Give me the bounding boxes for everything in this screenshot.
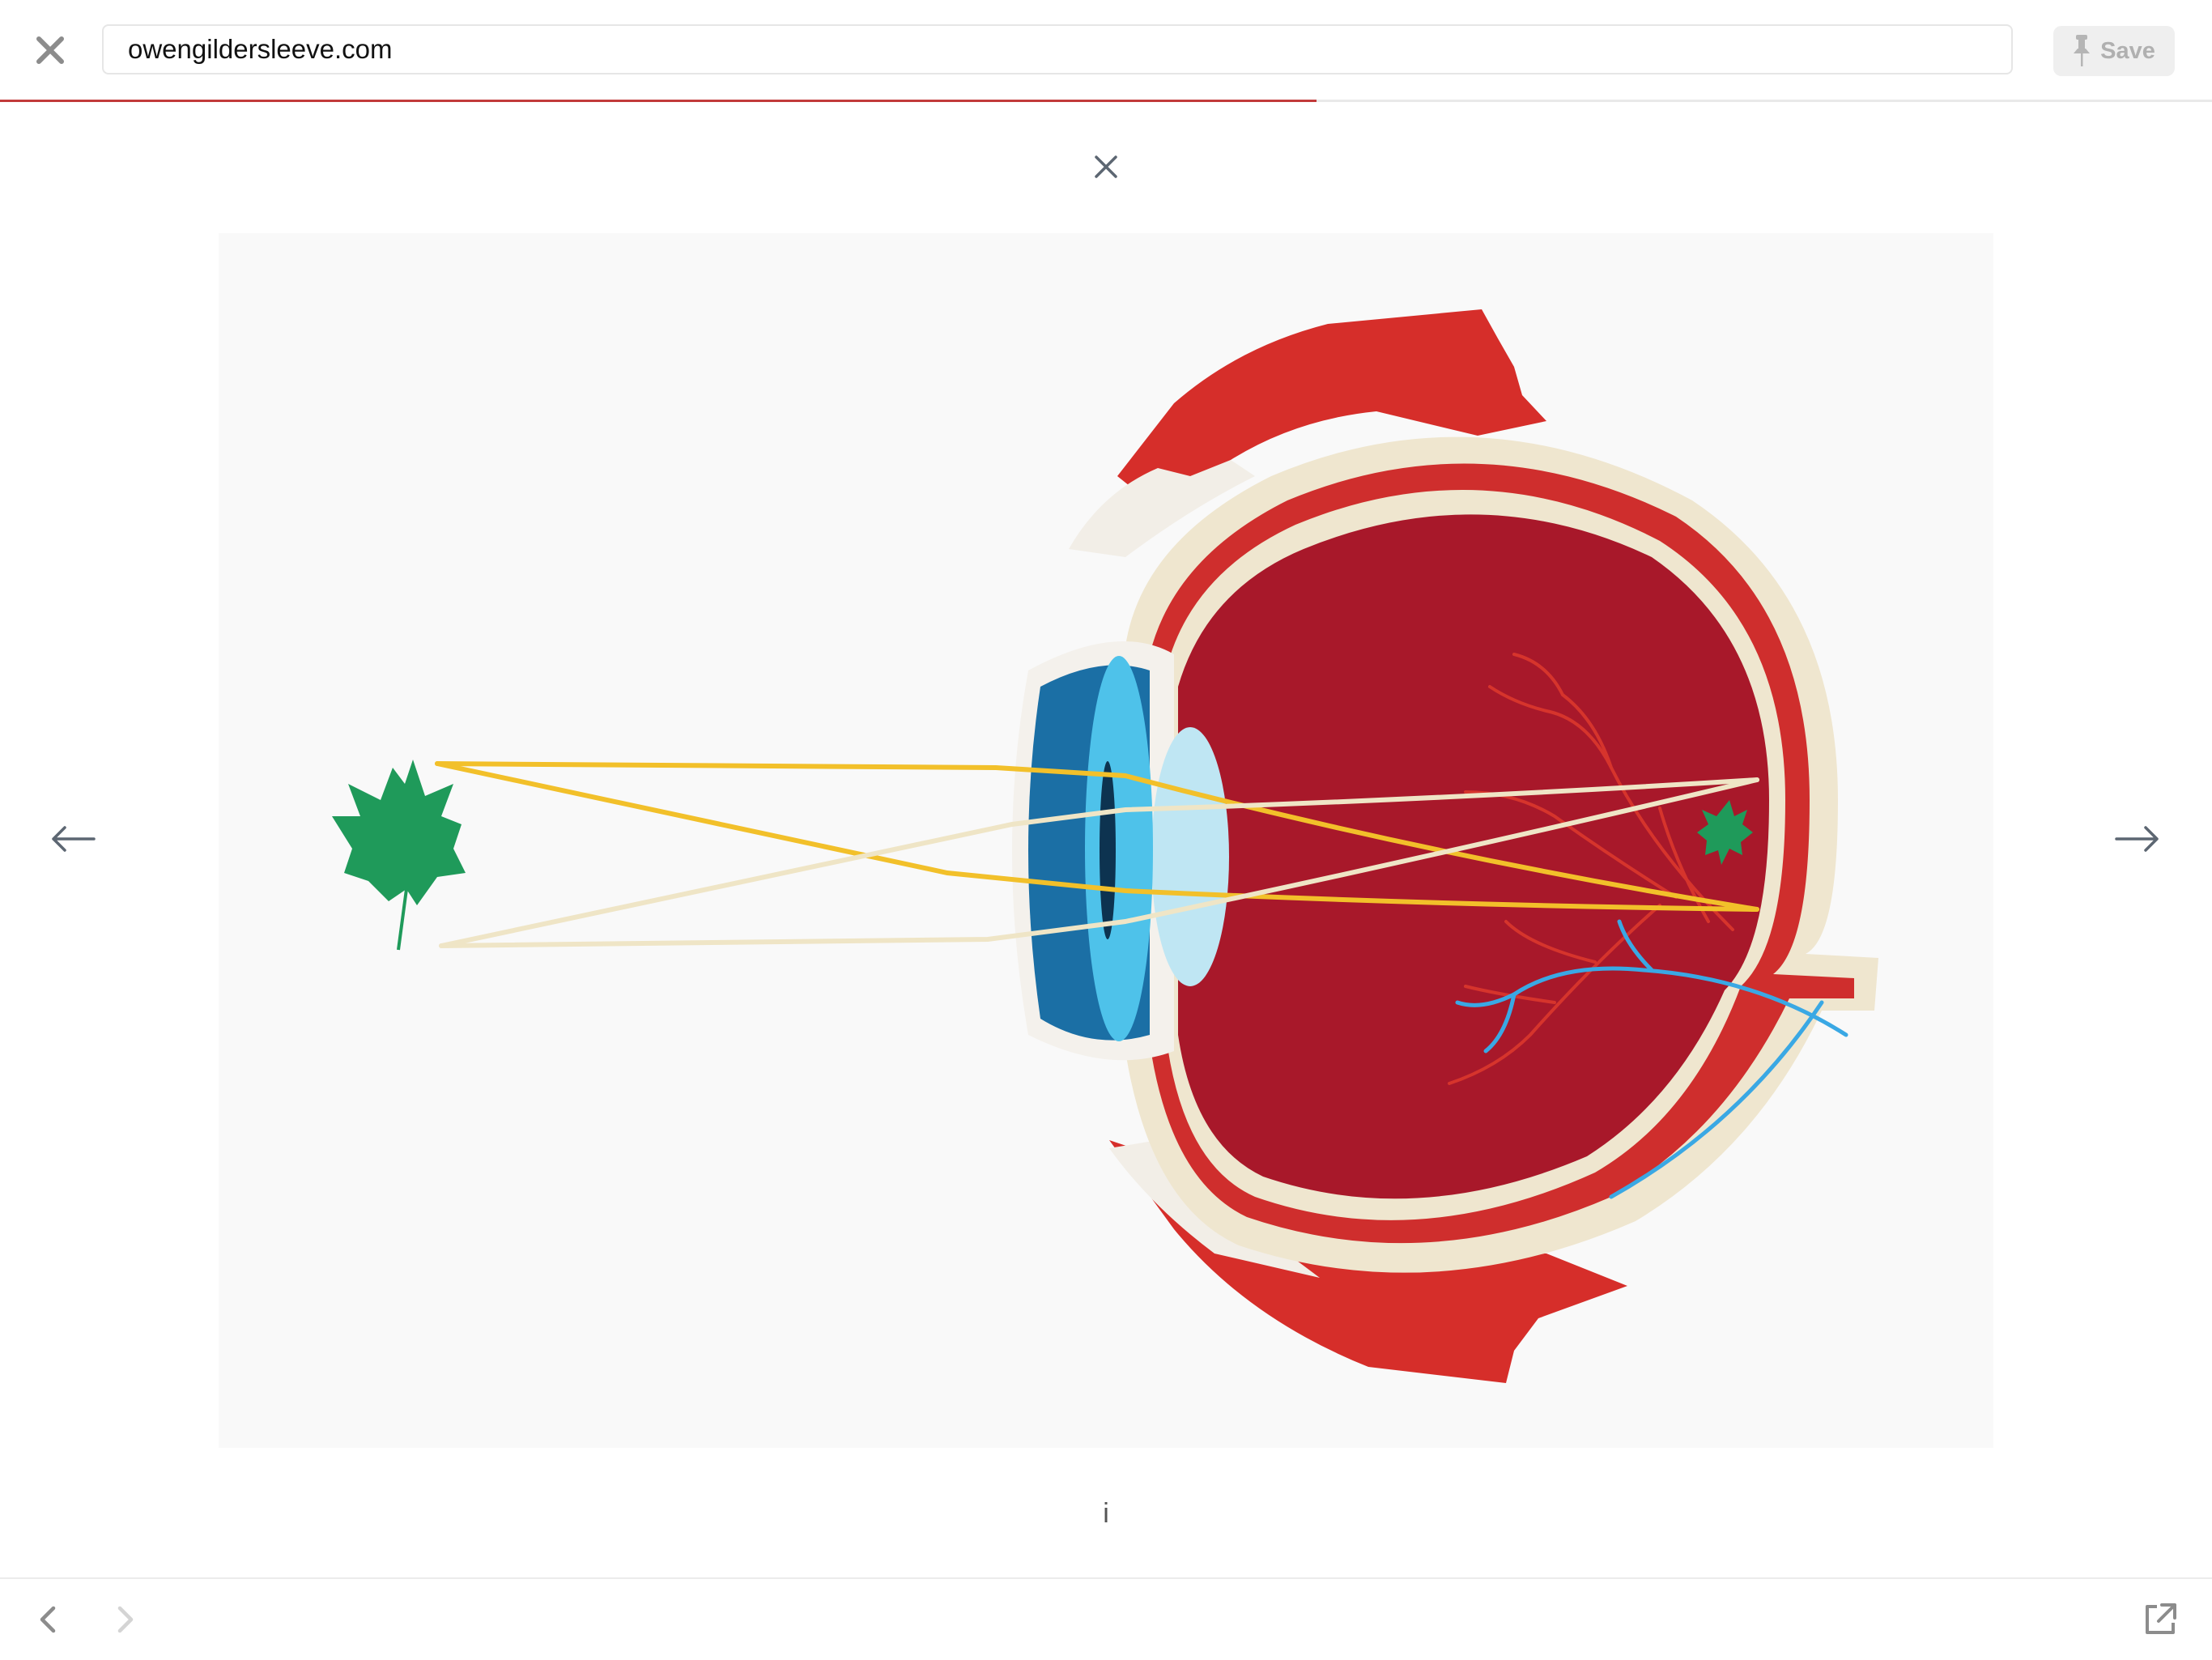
object-leaf bbox=[332, 760, 466, 951]
lens-front bbox=[1085, 656, 1153, 1041]
save-button[interactable]: Save bbox=[2053, 26, 2175, 76]
url-field[interactable]: owengildersleeve.com bbox=[102, 24, 2013, 74]
url-text: owengildersleeve.com bbox=[128, 34, 393, 64]
eye-diagram-image bbox=[332, 309, 1878, 1383]
arrow-left-icon[interactable] bbox=[50, 823, 96, 855]
arrow-right-icon[interactable] bbox=[2115, 823, 2160, 855]
save-label: Save bbox=[2100, 37, 2155, 64]
image-info-button[interactable]: i bbox=[1098, 1498, 1114, 1530]
pin-icon bbox=[2074, 35, 2091, 66]
chevron-left-icon[interactable] bbox=[31, 1602, 66, 1637]
eye-illustration bbox=[219, 233, 1993, 1448]
bottom-bar bbox=[0, 1577, 2212, 1660]
lens-back bbox=[1151, 727, 1229, 986]
page-load-progress bbox=[0, 100, 2212, 102]
chevron-right-icon[interactable] bbox=[107, 1602, 143, 1637]
close-icon[interactable] bbox=[29, 29, 71, 71]
close-icon[interactable] bbox=[1091, 152, 1121, 181]
pupil bbox=[1100, 761, 1116, 939]
open-external-icon[interactable] bbox=[2142, 1602, 2178, 1637]
page-load-progress-fill bbox=[0, 100, 1317, 102]
top-toolbar: owengildersleeve.com Save bbox=[0, 0, 2212, 102]
